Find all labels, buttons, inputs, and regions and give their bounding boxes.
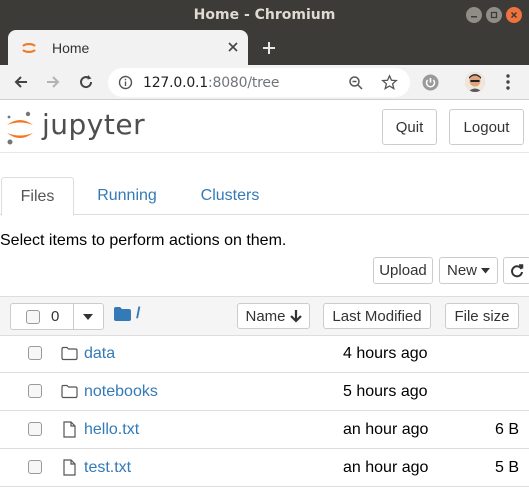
arrow-down-icon (289, 309, 302, 323)
arrow-left-icon (14, 76, 27, 88)
folder-outline-icon (61, 384, 78, 399)
list-item[interactable]: hello.txt an hour ago 6 B (0, 411, 529, 449)
new-tab-icon[interactable] (259, 38, 279, 58)
profile-avatar[interactable] (465, 72, 485, 92)
item-checkbox[interactable] (28, 422, 42, 436)
item-modified: 4 hours ago (343, 345, 428, 362)
jupyter-favicon-icon (22, 43, 36, 53)
power-icon (422, 74, 438, 90)
dashboard-tabs: Files Running Clusters (0, 177, 529, 216)
list-item[interactable]: test.txt an hour ago 5 B (0, 449, 529, 487)
minimize-button[interactable] (466, 7, 482, 23)
item-name[interactable]: notebooks (84, 383, 158, 401)
item-name[interactable]: hello.txt (84, 421, 139, 439)
new-dropdown-button[interactable]: New (439, 257, 498, 284)
tab-strip: Home (0, 30, 529, 65)
select-all-checkbox[interactable] (26, 310, 40, 324)
jupyter-header: jupyter Quit Logout (0, 101, 529, 153)
list-item[interactable]: notebooks 5 hours ago (0, 373, 529, 411)
reload-icon (80, 75, 93, 89)
tab-running[interactable]: Running (83, 177, 171, 215)
sort-name-label: Name (245, 307, 286, 325)
url-host: 127.0.0.1 (143, 75, 208, 91)
selected-count: 0 (51, 308, 60, 325)
file-list-header: 0 / Name Last Modified File size (0, 296, 529, 336)
select-all-group[interactable]: 0 (10, 303, 104, 330)
info-icon[interactable] (118, 75, 133, 90)
url-path: :8080/tree (208, 75, 280, 91)
zoom-out-icon[interactable] (348, 75, 364, 91)
address-bar[interactable]: 127.0.0.1:8080/tree (108, 68, 410, 97)
forward-button[interactable] (43, 72, 63, 92)
jupyter-wordmark[interactable]: jupyter (42, 108, 145, 141)
reload-button[interactable] (76, 72, 96, 92)
item-name[interactable]: test.txt (84, 459, 131, 477)
browser-menu-button[interactable] (498, 72, 518, 92)
logout-button[interactable]: Logout (449, 109, 524, 145)
extension-button[interactable] (420, 72, 440, 92)
item-modified: an hour ago (343, 421, 429, 438)
item-checkbox[interactable] (28, 346, 42, 360)
item-size: 6 B (494, 421, 519, 438)
window-title: Home - Chromium (193, 7, 336, 23)
refresh-icon (511, 263, 524, 277)
sort-by-size-button[interactable]: File size (445, 303, 519, 329)
jupyter-logo-icon[interactable] (5, 110, 35, 146)
new-label: New (446, 262, 477, 279)
quit-button[interactable]: Quit (382, 109, 437, 145)
tab-clusters[interactable]: Clusters (185, 177, 275, 215)
caret-down-icon (481, 267, 490, 273)
file-icon (63, 459, 76, 476)
sort-by-modified-button[interactable]: Last Modified (323, 303, 431, 329)
window-titlebar: Home - Chromium (0, 0, 529, 30)
back-button[interactable] (11, 72, 31, 92)
tab-close-icon[interactable] (226, 40, 240, 54)
select-menu-caret-icon[interactable] (83, 314, 93, 320)
minimize-icon (471, 16, 477, 18)
breadcrumb-root[interactable]: / (136, 305, 140, 323)
item-modified: 5 hours ago (343, 383, 428, 400)
maximize-button[interactable] (486, 7, 502, 23)
folder-outline-icon (61, 346, 78, 361)
item-size: 5 B (494, 459, 519, 476)
maximize-icon (490, 11, 498, 19)
url-text: 127.0.0.1:8080/tree (143, 75, 279, 91)
folder-icon[interactable] (114, 307, 131, 321)
close-window-button[interactable] (506, 7, 522, 23)
tab-files[interactable]: Files (1, 177, 74, 216)
more-vert-icon (506, 74, 510, 90)
sort-by-name-button[interactable]: Name (237, 303, 310, 329)
item-checkbox[interactable] (28, 460, 42, 474)
avatar-icon (465, 72, 485, 92)
browser-toolbar: 127.0.0.1:8080/tree (0, 65, 529, 100)
item-checkbox[interactable] (28, 384, 42, 398)
star-icon[interactable] (381, 74, 398, 91)
file-icon (63, 421, 76, 438)
browser-tab-home[interactable]: Home (8, 30, 248, 65)
refresh-button[interactable] (503, 257, 529, 284)
item-modified: an hour ago (343, 459, 429, 476)
browser-tab-title: Home (52, 40, 90, 56)
selection-hint: Select items to perform actions on them. (0, 232, 287, 249)
item-name[interactable]: data (84, 345, 115, 363)
list-item[interactable]: data 4 hours ago (0, 335, 529, 373)
upload-button[interactable]: Upload (373, 257, 433, 284)
arrow-right-icon (47, 76, 60, 88)
close-icon (510, 11, 518, 19)
divider (73, 304, 74, 329)
